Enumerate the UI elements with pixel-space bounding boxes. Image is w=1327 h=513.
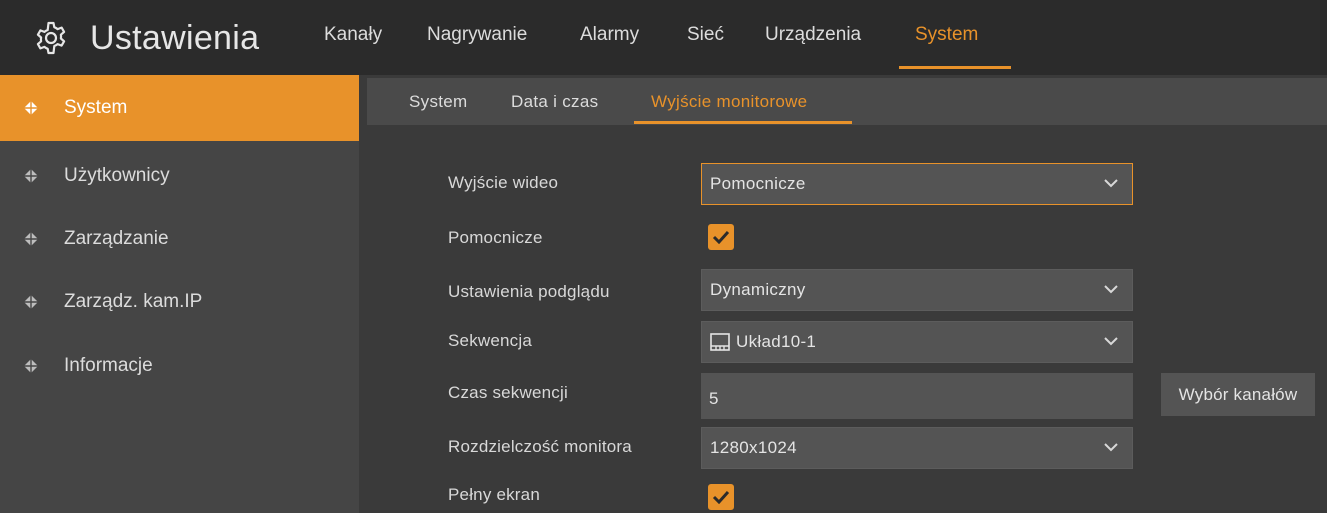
sidebar-item-label: Użytkownicy xyxy=(64,165,170,186)
sequence-time-input[interactable] xyxy=(701,373,1133,419)
select-value: 1280x1024 xyxy=(710,438,797,457)
tab-recording[interactable]: Nagrywanie xyxy=(427,24,527,46)
select-value: Pomocnicze xyxy=(710,174,806,193)
tab-channels[interactable]: Kanały xyxy=(324,24,382,46)
chevron-down-icon xyxy=(1104,179,1118,188)
auxiliary-label: Pomocnicze xyxy=(448,228,543,247)
sidebar-item-label: Zarządzanie xyxy=(64,228,169,249)
checkmark-icon xyxy=(712,230,730,244)
sequence-value: Układ10-1 xyxy=(736,332,817,351)
sub-tab-bar: System Data i czas Wyjście monitorowe xyxy=(367,78,1327,125)
preview-settings-label: Ustawienia podglądu xyxy=(448,282,610,301)
sidebar-item-label: Informacje xyxy=(64,355,153,376)
monitor-resolution-label: Rozdzielczość monitora xyxy=(448,437,632,456)
sidebar: System Użytkownicy Zarządzanie Zarządz. … xyxy=(0,75,359,513)
video-output-label: Wyjście wideo xyxy=(448,173,559,192)
fullscreen-label: Pełny ekran xyxy=(448,485,540,504)
video-output-select[interactable]: Pomocnicze xyxy=(701,163,1133,205)
select-value: Układ10-1 xyxy=(710,332,816,352)
diamond-icon xyxy=(24,359,38,373)
select-value: Dynamiczny xyxy=(710,280,806,299)
diamond-icon xyxy=(24,169,38,183)
sidebar-item-ip-cameras[interactable]: Zarządz. kam.IP xyxy=(0,269,359,335)
sidebar-item-users[interactable]: Użytkownicy xyxy=(0,143,359,209)
sequence-select[interactable]: Układ10-1 xyxy=(701,321,1133,363)
sidebar-item-management[interactable]: Zarządzanie xyxy=(0,206,359,272)
subtab-date-time[interactable]: Data i czas xyxy=(511,92,598,112)
layout-icon xyxy=(710,333,730,351)
subtab-monitor-output[interactable]: Wyjście monitorowe xyxy=(651,92,807,112)
sidebar-item-information[interactable]: Informacje xyxy=(0,333,359,399)
tab-devices[interactable]: Urządzenia xyxy=(765,24,861,46)
fullscreen-checkbox[interactable] xyxy=(708,484,734,510)
diamond-icon xyxy=(24,295,38,309)
chevron-down-icon xyxy=(1104,443,1118,452)
chevron-down-icon xyxy=(1104,337,1118,346)
preview-settings-select[interactable]: Dynamiczny xyxy=(701,269,1133,311)
tab-system[interactable]: System xyxy=(915,24,978,46)
tab-alarms[interactable]: Alarmy xyxy=(580,24,639,46)
active-tab-indicator xyxy=(899,66,1011,69)
monitor-resolution-select[interactable]: 1280x1024 xyxy=(701,427,1133,469)
auxiliary-checkbox[interactable] xyxy=(708,224,734,250)
sidebar-item-system[interactable]: System xyxy=(0,75,359,141)
app-title: Ustawienia xyxy=(34,18,259,58)
sidebar-item-label: Zarządz. kam.IP xyxy=(64,291,203,312)
subtab-system[interactable]: System xyxy=(409,92,467,112)
diamond-icon xyxy=(24,101,38,115)
active-subtab-indicator xyxy=(634,121,852,124)
sequence-label: Sekwencja xyxy=(448,331,533,350)
tab-network[interactable]: Sieć xyxy=(687,24,724,46)
sequence-time-label: Czas sekwencji xyxy=(448,383,568,402)
gear-icon xyxy=(36,21,66,55)
sidebar-item-label: System xyxy=(64,97,128,118)
checkmark-icon xyxy=(712,490,730,504)
chevron-down-icon xyxy=(1104,285,1118,294)
page-title: Ustawienia xyxy=(90,18,260,57)
diamond-icon xyxy=(24,232,38,246)
channel-select-button[interactable]: Wybór kanałów xyxy=(1161,373,1315,416)
top-header: Ustawienia Kanały Nagrywanie Alarmy Sieć… xyxy=(0,0,1327,75)
